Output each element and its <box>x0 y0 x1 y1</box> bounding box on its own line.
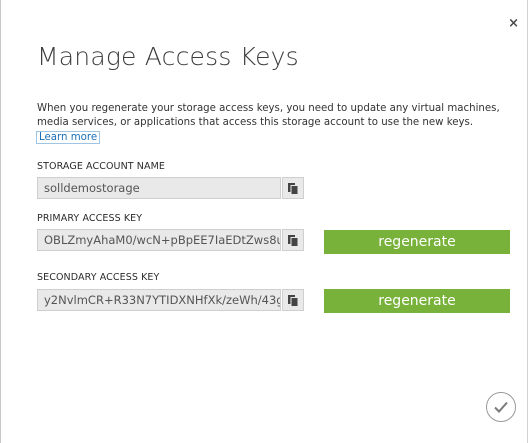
copy-storage-account-button[interactable] <box>282 177 304 199</box>
secondary-access-key-label: SECONDARY ACCESS KEY <box>37 272 160 283</box>
dialog-title: Manage Access Keys <box>37 42 299 71</box>
copy-icon <box>288 234 299 247</box>
dialog-description: When you regenerate your storage access … <box>37 103 500 128</box>
storage-account-name-label: STORAGE ACCOUNT NAME <box>37 161 166 172</box>
regenerate-primary-key-button[interactable]: regenerate <box>324 230 510 254</box>
regenerate-secondary-key-button[interactable]: regenerate <box>324 289 510 313</box>
learn-more-link[interactable]: Learn more <box>36 131 101 144</box>
secondary-access-key-field[interactable]: y2NvlmCR+R33N7YTIDXNHfXk/zeWh/43g <box>37 289 281 311</box>
storage-account-name-field[interactable]: solldemostorage <box>37 177 281 199</box>
copy-icon <box>288 182 299 195</box>
manage-access-keys-dialog: × Manage Access Keys When you regenerate… <box>0 0 528 443</box>
copy-secondary-key-button[interactable] <box>282 289 304 311</box>
copy-primary-key-button[interactable] <box>282 229 304 251</box>
confirm-button[interactable] <box>486 392 516 422</box>
close-icon[interactable]: × <box>508 17 519 30</box>
primary-access-key-field[interactable]: OBLZmyAhaM0/wcN+pBpEE7IaEDtZws8un <box>37 229 281 251</box>
copy-icon <box>288 294 299 307</box>
primary-access-key-label: PRIMARY ACCESS KEY <box>37 213 143 224</box>
checkmark-icon <box>494 401 508 413</box>
